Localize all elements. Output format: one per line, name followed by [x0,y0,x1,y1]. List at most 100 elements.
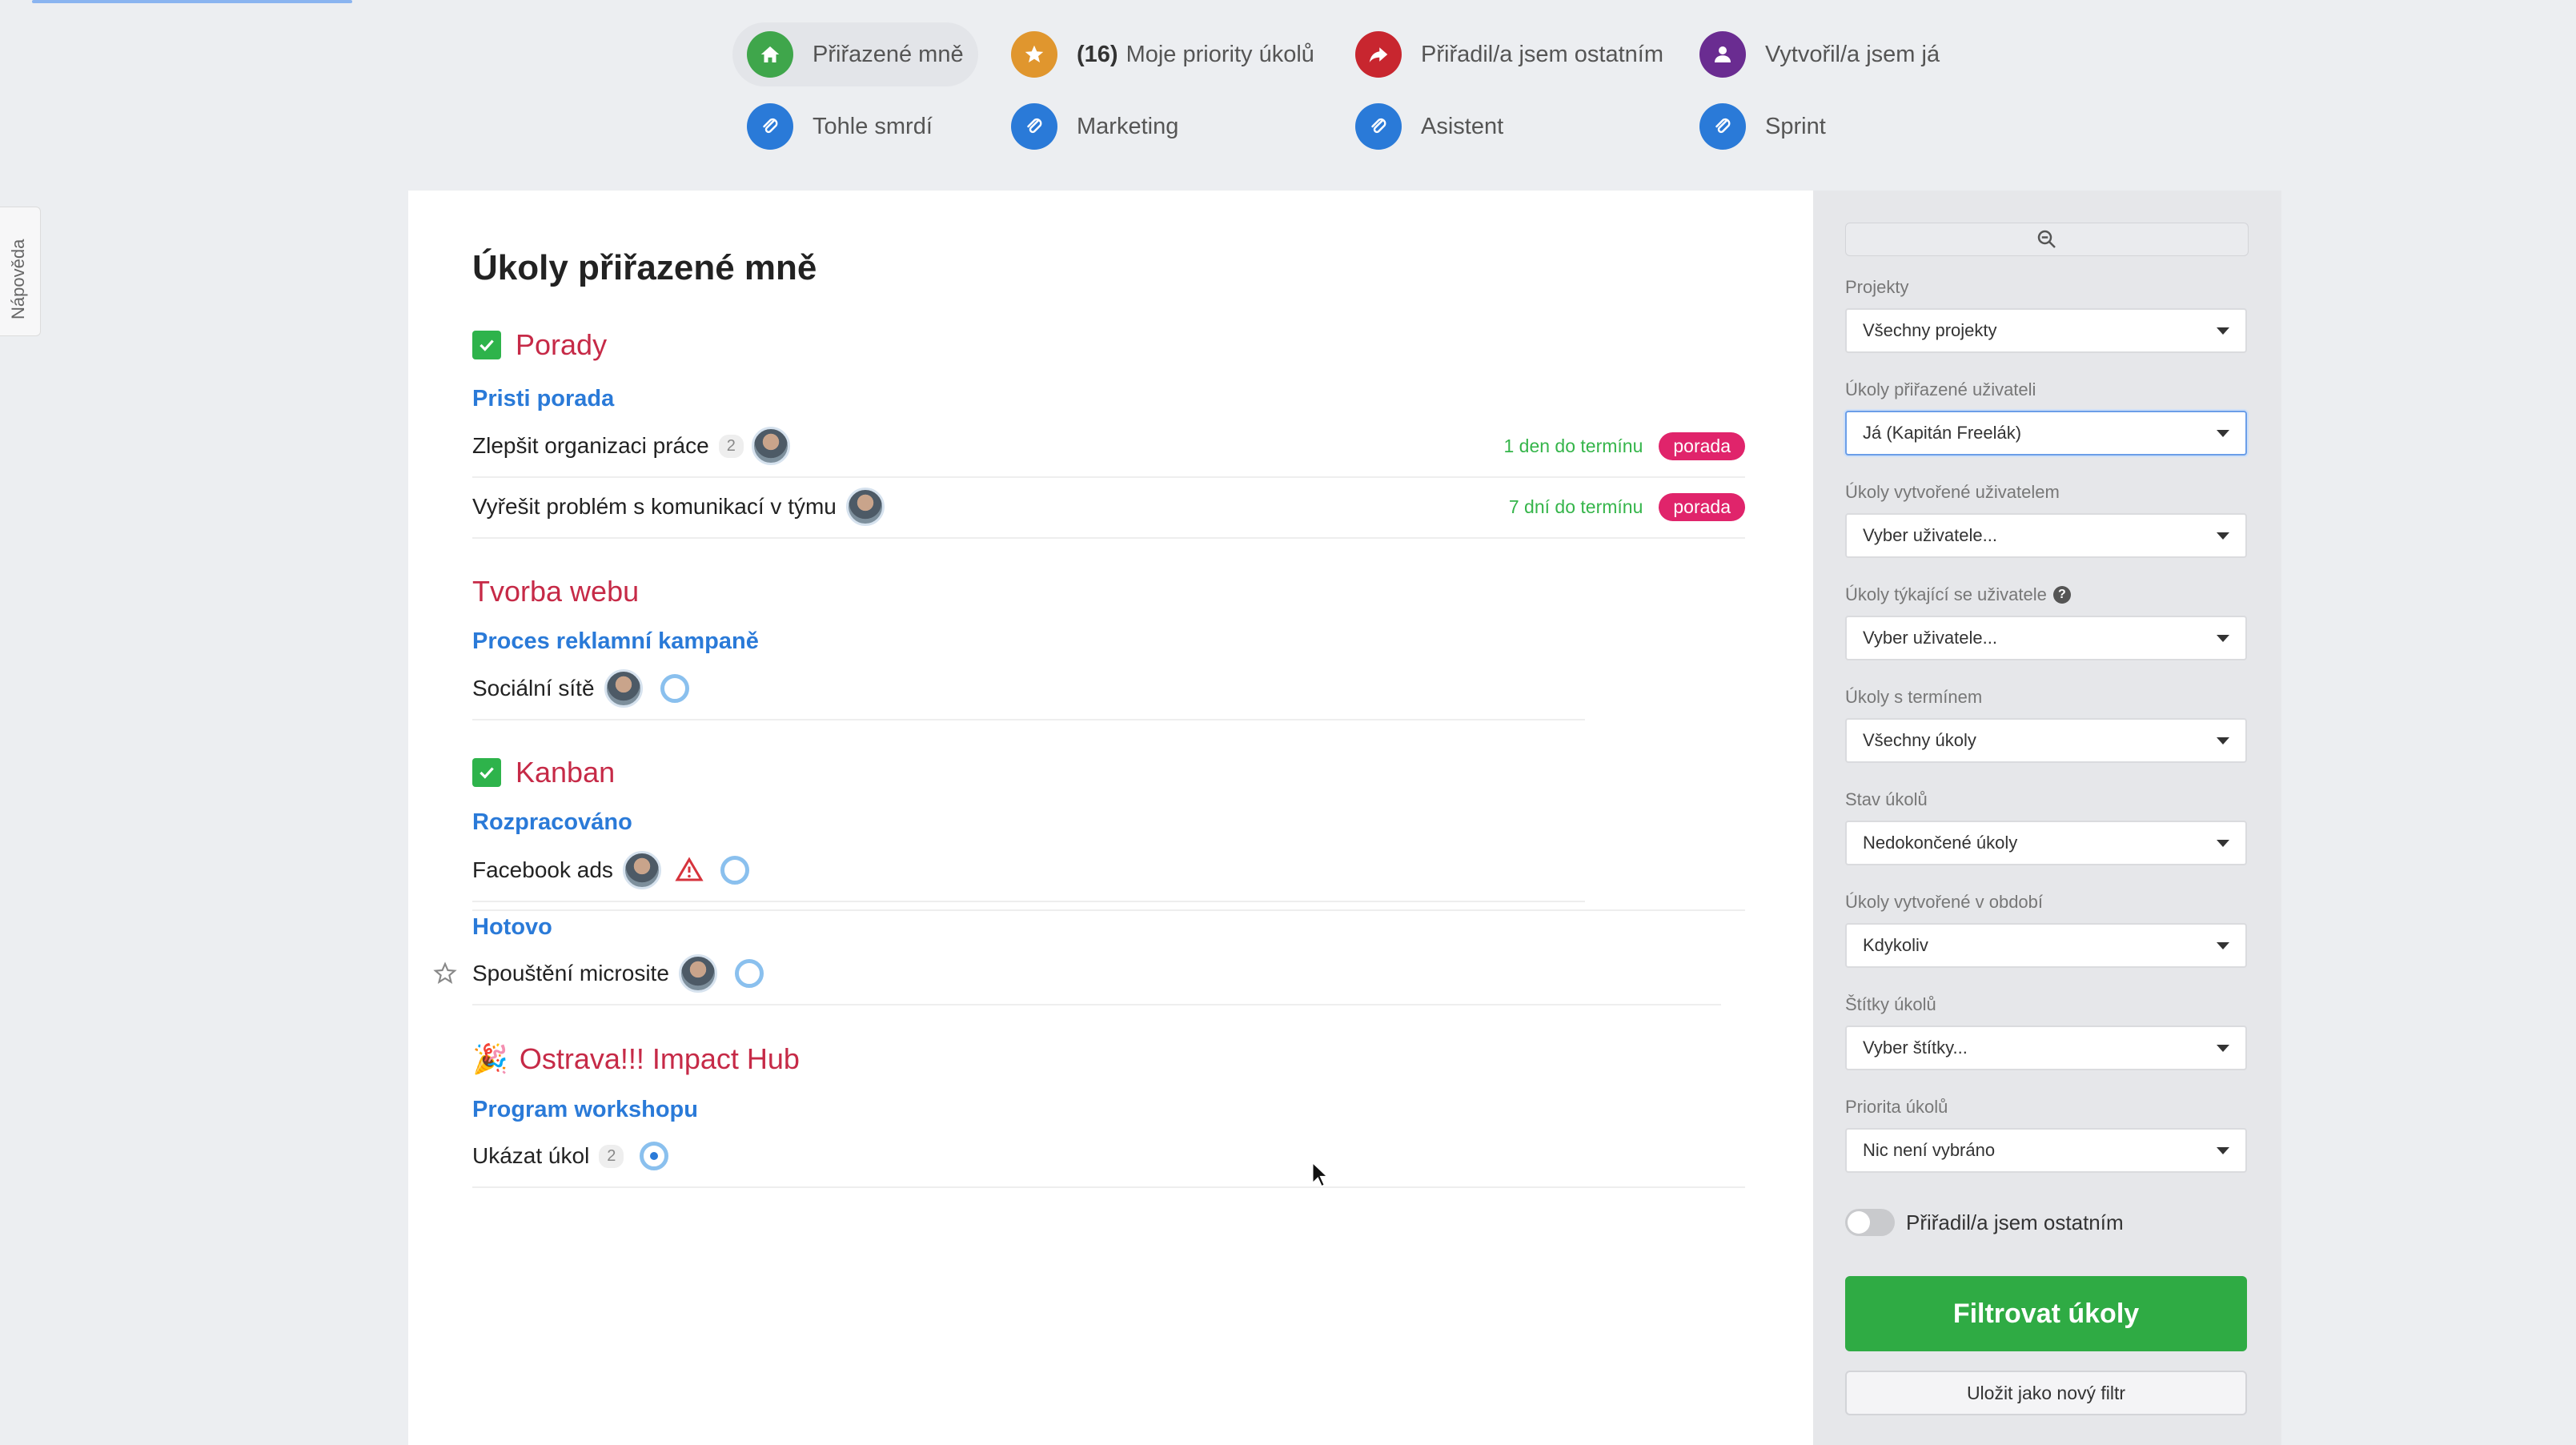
avatar [622,851,661,889]
filter-label: Úkoly přiřazené uživateli [1845,379,2036,399]
toggle-label: Přiřadil/a jsem ostatním [1906,1210,2124,1234]
progress-circle-icon[interactable] [640,1142,669,1170]
list-title[interactable]: Rozpracováno [472,809,632,836]
filter-label: Úkoly týkající se uživatele ? [1845,584,2071,605]
task-name[interactable]: Facebook ads [472,857,613,883]
tag-badge[interactable]: porada [1659,492,1745,521]
nav-filter-tohle-smrdi[interactable]: Tohle smrdí [732,94,947,159]
star-icon [1011,31,1057,78]
task-row[interactable]: Zlepšit organizaci práce 2 1 den do term… [472,415,1745,478]
list-title[interactable]: Hotovo [472,914,552,941]
project-title[interactable]: Kanban [472,756,615,789]
created-by-select[interactable]: Vyber uživatele... [1845,513,2247,558]
save-filter-button[interactable]: Uložit jako nový filtr [1845,1371,2247,1415]
task-row[interactable]: Sociální sítě [472,658,1585,720]
task-name[interactable]: Zlepšit organizaci práce [472,433,709,459]
filter-label-text: Úkoly týkající se uživatele [1845,584,2047,604]
projects-select[interactable]: Všechny projekty [1845,308,2247,353]
project-title[interactable]: Tvorba webu [472,575,639,608]
assigned-user-select[interactable]: Já (Kapitán Freelák) [1845,411,2247,456]
filter-label: Úkoly vytvořené uživatelem [1845,482,2060,502]
avatar [751,427,790,465]
task-name[interactable]: Vyřešit problém s komunikací v týmu [472,494,837,520]
caret-down-icon [2217,327,2229,335]
select-value: Kdykoliv [1863,935,1928,955]
task-row[interactable]: Vyřešit problém s komunikací v týmu 7 dn… [472,476,1745,539]
priority-select[interactable]: Nic není vybráno [1845,1128,2247,1173]
task-name[interactable]: Sociální sítě [472,676,595,701]
top-navigation: Přiřazené mně (16) Moje priority úkolů P… [0,0,2576,168]
search-input[interactable] [1845,223,2249,256]
status-select[interactable]: Nedokončené úkoly [1845,821,2247,865]
paperclip-icon [1011,103,1057,150]
nav-label: Asistent [1421,113,1504,139]
nav-my-priorities[interactable]: (16) Moje priority úkolů [997,22,1329,86]
filter-label: Priorita úkolů [1845,1097,1948,1117]
nav-created-by-me[interactable]: Vytvořil/a jsem já [1685,22,1954,86]
tags-select[interactable]: Vyber štítky... [1845,1026,2247,1070]
user-icon [1699,31,1746,78]
zoom-out-icon [2037,230,2056,248]
project-title[interactable]: 🎉 Ostrava!!! Impact Hub [472,1042,800,1076]
list-title[interactable]: Pristi porada [472,386,614,412]
project-name: Porady [516,328,608,361]
assigned-to-others-toggle-row: Přiřadil/a jsem ostatním [1845,1209,2124,1236]
tag-badge[interactable]: porada [1659,431,1745,460]
progress-circle-icon[interactable] [734,959,764,988]
project-name: Ostrava!!! Impact Hub [519,1042,800,1075]
filter-tasks-button[interactable]: Filtrovat úkoly [1845,1276,2247,1351]
task-row[interactable]: Spouštění microsite [472,943,1721,1005]
question-icon[interactable]: ? [2052,586,2071,604]
select-value: Všechny úkoly [1863,730,1976,750]
deadline-select[interactable]: Všechny úkoly [1845,718,2247,763]
task-list-panel: Úkoly přiřazené mně Porady Pristi porada… [408,191,1813,1445]
caret-down-icon [2217,532,2229,540]
nav-filter-sprint[interactable]: Sprint [1685,94,1840,159]
task-row[interactable]: Ukázat úkol 2 [472,1126,1745,1188]
avatar [678,954,717,993]
related-user-select[interactable]: Vyber uživatele... [1845,616,2247,660]
task-name[interactable]: Ukázat úkol [472,1143,589,1169]
filter-label: Úkoly s termínem [1845,687,1983,707]
paperclip-icon [747,103,793,150]
progress-circle-icon[interactable] [660,674,689,703]
project-title[interactable]: Porady [472,328,607,362]
paperclip-icon [1699,103,1746,150]
caret-down-icon [2217,1146,2229,1154]
paperclip-icon [1355,103,1402,150]
progress-circle-icon[interactable] [720,856,749,885]
task-name[interactable]: Spouštění microsite [472,961,669,986]
help-tab-label: Nápověda [8,239,28,319]
select-value: Nedokončené úkoly [1863,833,2018,853]
avatar [845,488,885,526]
nav-filter-marketing[interactable]: Marketing [997,94,1193,159]
warning-icon [675,857,704,881]
checkbox-icon [472,758,501,787]
deadline-text: 1 den do termínu [1503,435,1643,456]
star-outline-icon[interactable] [432,961,458,986]
period-select[interactable]: Kdykoliv [1845,923,2247,968]
assigned-to-others-toggle[interactable] [1845,1209,1895,1236]
caret-down-icon [2217,839,2229,847]
nav-assigned-to-others[interactable]: Přiřadil/a jsem ostatním [1341,22,1678,86]
project-name: Kanban [516,756,616,789]
avatar [604,669,643,708]
home-icon [747,31,793,78]
nav-label: Přiřazené mně [813,41,964,67]
list-title[interactable]: Proces reklamní kampaně [472,628,759,655]
comment-count-badge: 2 [599,1144,624,1168]
select-value: Nic není vybráno [1863,1140,1996,1160]
caret-down-icon [2217,941,2229,949]
filter-label: Štítky úkolů [1845,994,1936,1014]
forward-arrow-icon [1355,31,1402,78]
nav-label: Sprint [1765,113,1826,139]
help-tab[interactable]: Nápověda [0,207,41,336]
list-title[interactable]: Program workshopu [472,1097,698,1123]
mouse-cursor-icon [1311,1161,1330,1188]
task-row[interactable]: Facebook ads [472,840,1585,902]
filter-sidebar: Projekty Všechny projekty Úkoly přiřazen… [1813,191,2281,1445]
nav-assigned-to-me[interactable]: Přiřazené mně [732,22,978,86]
checkbox-icon [472,331,501,359]
nav-filter-asistent[interactable]: Asistent [1341,94,1518,159]
deadline-text: 7 dní do termínu [1508,496,1643,517]
